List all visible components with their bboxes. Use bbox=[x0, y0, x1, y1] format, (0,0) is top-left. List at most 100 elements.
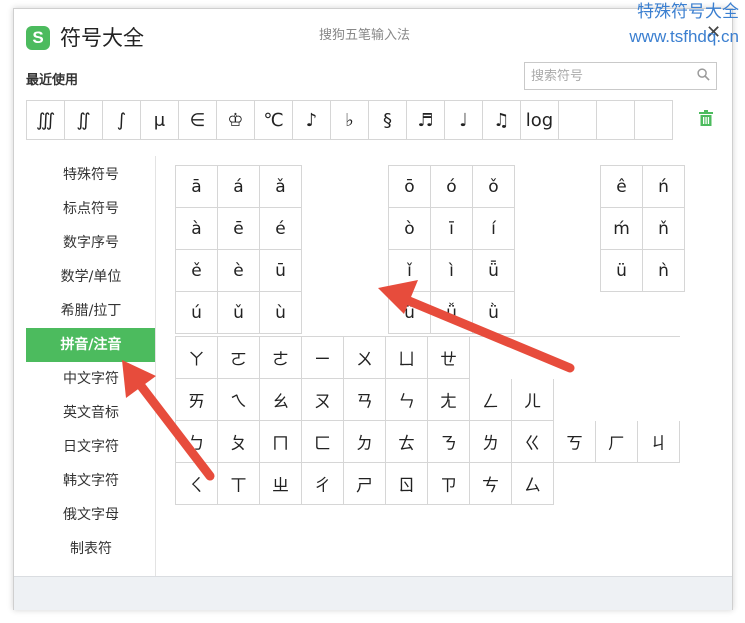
recent-symbol-cell[interactable]: ♩ bbox=[445, 101, 483, 139]
pinyin-symbol-cell[interactable]: ū bbox=[260, 250, 302, 292]
sidebar-item-11[interactable]: 制表符 bbox=[26, 532, 156, 566]
zhuyin-symbol-cell[interactable]: ㄖ bbox=[386, 463, 428, 505]
zhuyin-symbol-cell[interactable]: ㄋ bbox=[428, 421, 470, 463]
sidebar-item-2[interactable]: 数字序号 bbox=[26, 226, 156, 260]
pinyin-symbol-cell[interactable]: ú bbox=[176, 292, 218, 334]
zhuyin-symbol-cell[interactable]: ㄇ bbox=[260, 421, 302, 463]
search-input[interactable] bbox=[525, 63, 697, 89]
zhuyin-symbol-cell[interactable]: ㄚ bbox=[176, 337, 218, 379]
zhuyin-symbol-cell[interactable]: ㄟ bbox=[218, 379, 260, 421]
sidebar-item-8[interactable]: 日文字符 bbox=[26, 430, 156, 464]
recent-symbol-cell[interactable]: ♭ bbox=[331, 101, 369, 139]
pinyin-symbol-cell[interactable]: ě bbox=[176, 250, 218, 292]
pinyin-symbol-cell[interactable]: ā bbox=[176, 166, 218, 208]
zhuyin-symbol-cell[interactable]: ㄛ bbox=[218, 337, 260, 379]
pinyin-symbol-cell[interactable]: ó bbox=[431, 166, 473, 208]
zhuyin-symbol-cell[interactable]: ㄘ bbox=[470, 463, 512, 505]
zhuyin-symbol-cell[interactable]: ㄒ bbox=[218, 463, 260, 505]
recent-symbol-cell[interactable]: ℃ bbox=[255, 101, 293, 139]
sidebar-item-4[interactable]: 希腊/拉丁 bbox=[26, 294, 156, 328]
pinyin-symbol-cell[interactable]: ō bbox=[389, 166, 431, 208]
pinyin-symbol-cell[interactable]: ē bbox=[218, 208, 260, 250]
sidebar-item-5[interactable]: 拼音/注音 bbox=[26, 328, 156, 362]
pinyin-symbol-cell[interactable]: ǔ bbox=[218, 292, 260, 334]
zhuyin-symbol-cell[interactable]: ㄍ bbox=[512, 421, 554, 463]
sidebar-item-9[interactable]: 韩文字符 bbox=[26, 464, 156, 498]
recent-symbol-cell[interactable] bbox=[635, 101, 673, 139]
sidebar-item-7[interactable]: 英文音标 bbox=[26, 396, 156, 430]
pinyin-symbol-cell[interactable]: ê bbox=[601, 166, 643, 208]
pinyin-symbol-cell[interactable]: í bbox=[473, 208, 515, 250]
recent-symbol-cell[interactable]: ∭ bbox=[27, 101, 65, 139]
zhuyin-symbol-cell[interactable]: ㄧ bbox=[302, 337, 344, 379]
pinyin-symbol-cell[interactable]: à bbox=[176, 208, 218, 250]
zhuyin-symbol-cell[interactable]: ㄊ bbox=[386, 421, 428, 463]
sidebar-item-3[interactable]: 数学/单位 bbox=[26, 260, 156, 294]
zhuyin-symbol-cell[interactable]: ㄑ bbox=[176, 463, 218, 505]
recent-symbol-cell[interactable]: § bbox=[369, 101, 407, 139]
sidebar-item-10[interactable]: 俄文字母 bbox=[26, 498, 156, 532]
pinyin-symbol-cell[interactable]: ü bbox=[601, 250, 643, 292]
recent-symbol-cell[interactable]: ∬ bbox=[65, 101, 103, 139]
zhuyin-symbol-cell[interactable]: ㄡ bbox=[302, 379, 344, 421]
zhuyin-symbol-cell[interactable]: ㄠ bbox=[260, 379, 302, 421]
recent-symbol-cell[interactable]: ∫ bbox=[103, 101, 141, 139]
pinyin-symbol-cell[interactable]: ḿ bbox=[601, 208, 643, 250]
recent-symbol-cell[interactable]: μ bbox=[141, 101, 179, 139]
zhuyin-symbol-cell[interactable]: ㄨ bbox=[344, 337, 386, 379]
pinyin-symbol-cell[interactable]: ì bbox=[431, 250, 473, 292]
recent-symbol-cell[interactable]: ♫ bbox=[483, 101, 521, 139]
zhuyin-symbol-cell[interactable]: ㄓ bbox=[260, 463, 302, 505]
recent-symbol-cell[interactable]: ∈ bbox=[179, 101, 217, 139]
pinyin-symbol-cell[interactable]: ǐ bbox=[389, 250, 431, 292]
zhuyin-symbol-cell[interactable]: ㄕ bbox=[344, 463, 386, 505]
zhuyin-symbol-cell[interactable]: ㄢ bbox=[344, 379, 386, 421]
pinyin-symbol-cell[interactable]: ǹ bbox=[643, 250, 685, 292]
zhuyin-symbol-cell[interactable]: ㄩ bbox=[386, 337, 428, 379]
pinyin-symbol-cell[interactable]: ī bbox=[431, 208, 473, 250]
zhuyin-symbol-cell[interactable]: ㄥ bbox=[470, 379, 512, 421]
pinyin-symbol-cell[interactable]: ò bbox=[389, 208, 431, 250]
sidebar-item-1[interactable]: 标点符号 bbox=[26, 192, 156, 226]
zhuyin-symbol-cell[interactable]: ㄤ bbox=[428, 379, 470, 421]
sidebar-item-6[interactable]: 中文字符 bbox=[26, 362, 156, 396]
recent-symbol-cell[interactable] bbox=[559, 101, 597, 139]
zhuyin-symbol-cell[interactable]: ㄆ bbox=[218, 421, 260, 463]
zhuyin-symbol-cell[interactable]: ㄔ bbox=[302, 463, 344, 505]
search-icon[interactable] bbox=[697, 68, 710, 81]
pinyin-symbol-cell[interactable]: è bbox=[218, 250, 260, 292]
pinyin-symbol-cell[interactable]: ǚ bbox=[431, 292, 473, 334]
search-box[interactable] bbox=[524, 62, 717, 90]
pinyin-symbol-cell[interactable]: ň bbox=[643, 208, 685, 250]
zhuyin-symbol-cell[interactable]: ㄞ bbox=[176, 379, 218, 421]
recent-symbol-cell[interactable] bbox=[597, 101, 635, 139]
zhuyin-symbol-cell[interactable]: ㄉ bbox=[344, 421, 386, 463]
sidebar-item-0[interactable]: 特殊符号 bbox=[26, 158, 156, 192]
zhuyin-symbol-cell[interactable]: ㄙ bbox=[512, 463, 554, 505]
recent-symbol-cell[interactable]: log bbox=[521, 101, 559, 139]
pinyin-symbol-cell[interactable]: ǎ bbox=[260, 166, 302, 208]
zhuyin-symbol-cell[interactable]: ㄏ bbox=[596, 421, 638, 463]
recent-symbol-cell[interactable]: ♔ bbox=[217, 101, 255, 139]
zhuyin-symbol-cell[interactable]: ㄗ bbox=[428, 463, 470, 505]
pinyin-symbol-cell[interactable]: ǒ bbox=[473, 166, 515, 208]
pinyin-symbol-cell[interactable]: ń bbox=[643, 166, 685, 208]
pinyin-symbol-cell[interactable]: é bbox=[260, 208, 302, 250]
pinyin-symbol-cell[interactable]: ǖ bbox=[473, 250, 515, 292]
recent-symbol-cell[interactable]: ♪ bbox=[293, 101, 331, 139]
pinyin-symbol-cell[interactable]: ǜ bbox=[473, 292, 515, 334]
zhuyin-symbol-cell[interactable]: ㄈ bbox=[302, 421, 344, 463]
pinyin-symbol-cell[interactable]: ǘ bbox=[389, 292, 431, 334]
zhuyin-symbol-cell[interactable]: ㄌ bbox=[470, 421, 512, 463]
pinyin-symbol-cell[interactable]: ù bbox=[260, 292, 302, 334]
zhuyin-symbol-cell[interactable]: ㄎ bbox=[554, 421, 596, 463]
zhuyin-symbol-cell[interactable]: ㄦ bbox=[512, 379, 554, 421]
zhuyin-symbol-cell[interactable]: ㄅ bbox=[176, 421, 218, 463]
recent-symbol-cell[interactable]: ♬ bbox=[407, 101, 445, 139]
trash-icon[interactable] bbox=[699, 110, 713, 126]
zhuyin-symbol-cell[interactable]: ㄣ bbox=[386, 379, 428, 421]
pinyin-symbol-cell[interactable]: á bbox=[218, 166, 260, 208]
zhuyin-symbol-cell[interactable]: ㄝ bbox=[428, 337, 470, 379]
zhuyin-symbol-cell[interactable]: ㄐ bbox=[638, 421, 680, 463]
zhuyin-symbol-cell[interactable]: ㄜ bbox=[260, 337, 302, 379]
